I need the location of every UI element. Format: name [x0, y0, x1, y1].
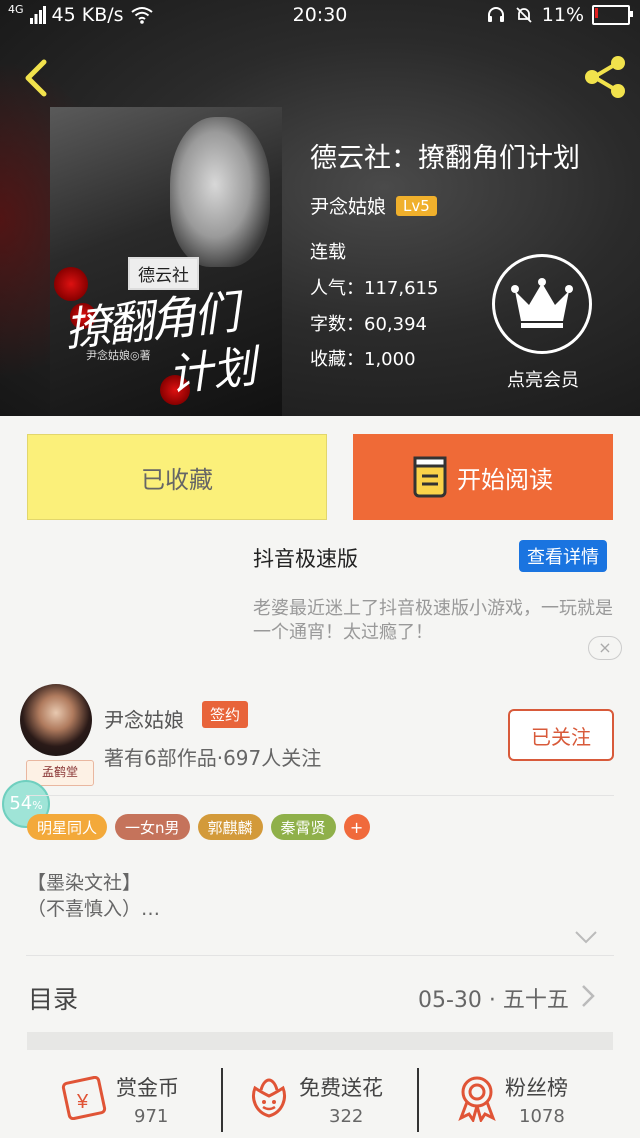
toc-latest-chapter[interactable]: 05-30 · 五十五	[418, 982, 569, 1014]
tag-chip[interactable]: 一女n男	[115, 814, 190, 840]
toc-label[interactable]: 目录	[28, 980, 78, 1016]
progress-percent: 54	[9, 793, 33, 814]
flower-value: 322	[329, 1106, 364, 1127]
book-status: 连载	[310, 242, 346, 263]
red-envelope-icon: ¥	[61, 1076, 107, 1120]
divider	[26, 795, 614, 796]
book-intro[interactable]: 【墨染文社】 （不喜慎入）…	[27, 870, 160, 922]
fans-label: 粉丝榜	[505, 1076, 568, 1100]
follow-button[interactable]: 已关注	[508, 709, 614, 761]
book-collections: 收藏：1,000	[310, 349, 416, 370]
vip-label[interactable]: 点亮会员	[488, 366, 598, 392]
cover-author: 尹念姑娘◎著	[86, 349, 151, 362]
share-icon[interactable]	[580, 52, 630, 102]
flower-label: 免费送花	[299, 1076, 383, 1100]
intro-line: 【墨染文社】	[27, 872, 142, 894]
avatar[interactable]	[20, 684, 92, 756]
battery-percent: 11%	[541, 4, 584, 26]
status-right: 11%	[486, 4, 633, 26]
crown-icon	[511, 278, 573, 328]
free-flower-button[interactable]: 免费送花 322	[223, 1052, 417, 1138]
start-reading-label: 开始阅读	[457, 465, 553, 494]
back-arrow-icon[interactable]	[18, 58, 58, 98]
reward-value: 971	[134, 1106, 169, 1127]
collected-button[interactable]: 已收藏	[27, 434, 327, 520]
status-bar: 4G 45 KB/s 20:30 11%	[0, 0, 640, 34]
mute-bell-icon	[516, 7, 532, 23]
tag-chip[interactable]: 明星同人	[27, 814, 108, 840]
cover-portrait	[170, 117, 270, 267]
fans-rank-button[interactable]: 粉丝榜 1078	[419, 1052, 640, 1138]
section-gap	[27, 1032, 613, 1050]
ad-description[interactable]: 老婆最近迷上了抖音极速版小游戏，一玩就是一个通宵！太过瘾了！	[253, 597, 623, 645]
author-info: 著有6部作品·697人关注	[104, 746, 322, 770]
book-cover[interactable]: 德云社 撩翻角们 计划 尹念姑娘◎著	[50, 107, 282, 416]
author-name[interactable]: 尹念姑娘	[104, 704, 184, 733]
chevron-down-icon[interactable]	[574, 930, 598, 944]
start-reading-button[interactable]: 开始阅读	[353, 434, 613, 520]
fans-value: 1078	[519, 1106, 565, 1127]
author-level-badge: Lv5	[396, 195, 437, 216]
tag-chip[interactable]: 秦霄贤	[270, 814, 336, 840]
book-title: 德云社：撩翻角们计划	[310, 143, 580, 174]
book-word-count: 字数：60,394	[310, 314, 427, 335]
book-author[interactable]: 尹念姑娘	[310, 192, 386, 219]
chevron-right-icon[interactable]	[580, 984, 596, 1008]
signed-badge: 签约	[202, 701, 249, 728]
book-header: 4G 45 KB/s 20:30 11% 德云社 撩翻角们 计划 尹念姑娘◎著 …	[0, 0, 640, 416]
medal-icon	[458, 1076, 496, 1122]
svg-text:¥: ¥	[76, 1091, 89, 1113]
ad-details-button[interactable]: 查看详情	[519, 540, 607, 572]
reward-label: 赏金币	[116, 1076, 179, 1100]
reward-coins-button[interactable]: ¥ 赏金币 971	[0, 1052, 220, 1138]
ad-title[interactable]: 抖音极速版	[253, 543, 358, 573]
add-tag-button[interactable]: +	[343, 814, 370, 840]
ad-close-button[interactable]: ×	[588, 636, 622, 660]
book-author-line[interactable]: 尹念姑娘 Lv5	[310, 192, 437, 219]
progress-unit: %	[32, 799, 43, 812]
collected-label: 已收藏	[141, 465, 213, 494]
battery-icon	[592, 5, 633, 25]
tag-chip[interactable]: 郭麒麟	[197, 814, 263, 840]
headphone-icon	[487, 7, 504, 22]
book-icon	[413, 456, 447, 498]
flower-icon	[252, 1078, 286, 1118]
divider	[26, 955, 614, 956]
intro-line: （不喜慎入）…	[27, 898, 161, 920]
tag-list: 明星同人 一女n男 郭麒麟 秦霄贤 +	[27, 814, 370, 840]
cover-title-2: 计划	[166, 341, 259, 402]
book-popularity: 人气：117,615	[310, 278, 439, 299]
bottom-bar: ¥ 赏金币 971 免费送花 322 粉丝榜 1078	[0, 1052, 640, 1138]
vip-crown-button[interactable]	[492, 254, 592, 354]
